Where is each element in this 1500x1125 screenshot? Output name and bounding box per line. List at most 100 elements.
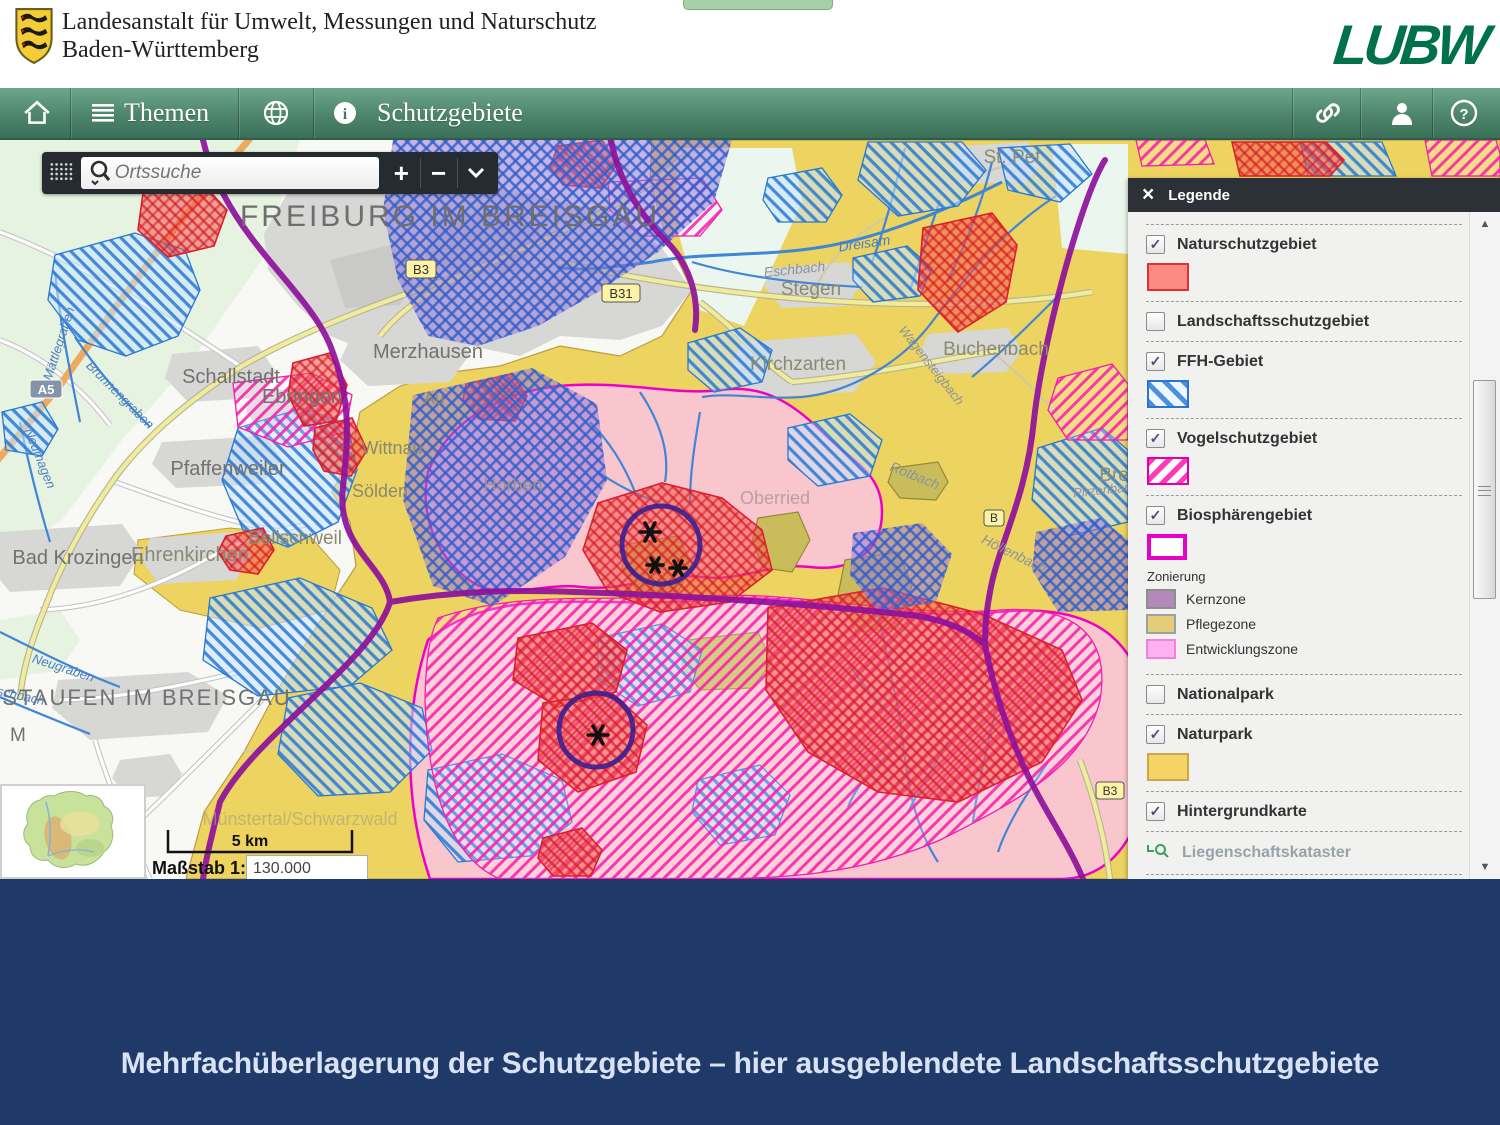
legend-label-nationalpark: Nationalpark [1177,686,1274,704]
legend-item-naturpark: ✓Naturpark [1144,715,1464,791]
search-input[interactable] [113,161,347,185]
svg-text:Au: Au [424,389,445,408]
legend-scrollbar[interactable]: ▲ ▼ [1469,212,1500,879]
help-icon: ? [1450,99,1478,127]
zone-swatch-kernzone [1146,589,1176,609]
zone-swatch-entwicklungszone [1146,639,1176,659]
scroll-up-icon[interactable]: ▲ [1470,218,1500,230]
svg-text:B31: B31 [609,286,632,301]
legend-swatch-magenta-hatch [1147,457,1189,485]
scroll-down-icon[interactable]: ▼ [1470,861,1500,873]
legend-label-ffh-gebiet: FFH-Gebiet [1177,353,1263,371]
svg-text:Stegen: Stegen [781,279,841,300]
nav-divider [70,88,71,138]
svg-text:M: M [10,725,26,746]
legend-label-biosph-rengebiet: Biosphärengebiet [1177,507,1312,525]
themen-menu-button[interactable]: Themen [92,88,209,138]
legend-item-naturschutzgebiet: ✓ Naturschutzgebiet [1144,225,1464,301]
globe-icon [262,99,290,127]
nav-divider [1432,88,1433,138]
checkbox-naturpark[interactable]: ✓ [1146,725,1165,744]
top-tab-remnant [683,0,833,10]
grid-handle-icon[interactable] [48,158,75,188]
zoom-in-button[interactable]: + [383,156,419,190]
checkbox-hintergrundkarte[interactable]: ✓ [1146,802,1165,821]
svg-text:Münstertal/Schwarzwald: Münstertal/Schwarzwald [202,809,397,829]
legend-divider [1146,874,1462,875]
zone-swatch-pflegezone [1146,614,1176,634]
badge-a5: A5 [30,380,62,398]
legend-item-biosph-rengebiet: ✓ Biosphärengebiet Zonierung Kernzone Pflege… [1144,496,1464,674]
zone-label-pflegezone: Pflegezone [1186,616,1256,632]
page-title: Schutzgebiete [377,98,523,128]
scale-ratio-label: Maßstab 1: [152,858,246,879]
nav-divider [238,88,239,138]
zonierung-heading: Zonierung [1147,569,1462,584]
overview-map[interactable] [0,784,146,879]
legend-title: Legende [1168,187,1230,204]
checkbox-landschaftsschutzgebiet[interactable] [1146,312,1165,331]
theme-title-group: i Schutzgebiete [333,88,523,138]
close-icon[interactable]: × [1142,185,1154,205]
legend-label-landschaftsschutzgebiet: Landschaftsschutzgebiet [1177,313,1369,331]
info-icon[interactable]: i [333,101,357,125]
svg-text:5 km: 5 km [232,833,268,850]
help-button[interactable]: ? [1450,88,1478,138]
share-link-button[interactable] [1313,88,1343,138]
svg-text:Sölden: Sölden [352,481,408,501]
link-icon [1313,99,1343,127]
legend-item-nationalpark: Nationalpark [1144,675,1464,714]
collapse-toolbar-button[interactable] [458,156,494,190]
scrollbar-thumb[interactable] [1473,380,1496,599]
agency-name: Landesanstalt für Umwelt, Messungen und … [62,8,597,64]
nav-divider [313,88,314,138]
themen-label: Themen [124,98,209,128]
legend-label-vogelschutzgebiet: Vogelschutzgebiet [1177,430,1317,448]
search-icon[interactable] [87,159,113,187]
nav-divider [1292,88,1293,138]
zoom-out-button[interactable]: − [420,156,456,190]
legend-label-naturschutzgebiet: Naturschutzgebiet [1177,236,1317,254]
svg-text:?: ? [1459,106,1468,123]
svg-text:FREIBURG IM BREISGAU: FREIBURG IM BREISGAU [240,200,660,233]
svg-text:Wittnau: Wittnau [361,438,422,458]
legend-swatch-yellow-fill [1147,753,1189,781]
svg-text:Merzhausen: Merzhausen [373,341,483,363]
caption-bar: Mehrfachüberlagerung der Schutzgebiete –… [0,879,1500,1125]
search-field [81,157,379,189]
main-navbar: Themen i Schutzgebiete [0,88,1500,140]
svg-text:Ebringen: Ebringen [262,386,342,408]
agency-line2: Baden-Württemberg [62,36,597,64]
checkbox-ffh-gebiet[interactable]: ✓ [1146,352,1165,371]
app-header: Landesanstalt für Umwelt, Messungen und … [0,0,1500,88]
legend-swatch-magenta-outline [1147,534,1187,560]
badge-b: B [984,510,1004,526]
svg-text:Ehrenkirchen: Ehrenkirchen [131,544,249,566]
legend-item-ffh-gebiet: ✓ FFH-Gebiet [1144,342,1464,418]
lubw-logo[interactable]: LUBW [1331,12,1490,77]
legend-panel: × Legende ✓ Naturschutzgebiet Landschaftss… [1128,178,1500,879]
user-button[interactable] [1388,88,1416,138]
svg-text:St. Pet: St. Pet [983,147,1041,168]
svg-text:B3: B3 [1103,784,1118,798]
legend-item-hintergrundkarte: ✓Hintergrundkarte [1144,792,1464,831]
bw-coat-of-arms-icon [12,7,56,65]
svg-text:Pfaffenweiler: Pfaffenweiler [170,458,286,480]
checkbox-nationalpark[interactable] [1146,685,1165,704]
checkbox-biosph-rengebiet[interactable]: ✓ [1146,506,1165,525]
legend-header: × Legende [1128,178,1500,212]
zone-label-kernzone: Kernzone [1186,591,1246,607]
agency-line1: Landesanstalt für Umwelt, Messungen und … [62,8,597,36]
globe-button[interactable] [262,88,290,138]
home-button[interactable] [22,88,52,138]
legend-item-vogelschutzgebiet: ✓ Vogelschutzgebiet [1144,419,1464,495]
zone-label-entwicklungszone: Entwicklungszone [1186,641,1298,657]
checkbox-naturschutzgebiet[interactable]: ✓ [1146,235,1165,254]
home-icon [22,99,52,127]
user-icon [1388,99,1416,127]
zone-row-entwicklungszone: Entwicklungszone [1146,639,1462,659]
legend-body: ✓ Naturschutzgebiet Landschaftsschutzgebie… [1128,212,1470,879]
hamburger-icon [92,104,114,122]
legend-swatch-red-fill [1147,263,1189,291]
checkbox-vogelschutzgebiet[interactable]: ✓ [1146,429,1165,448]
